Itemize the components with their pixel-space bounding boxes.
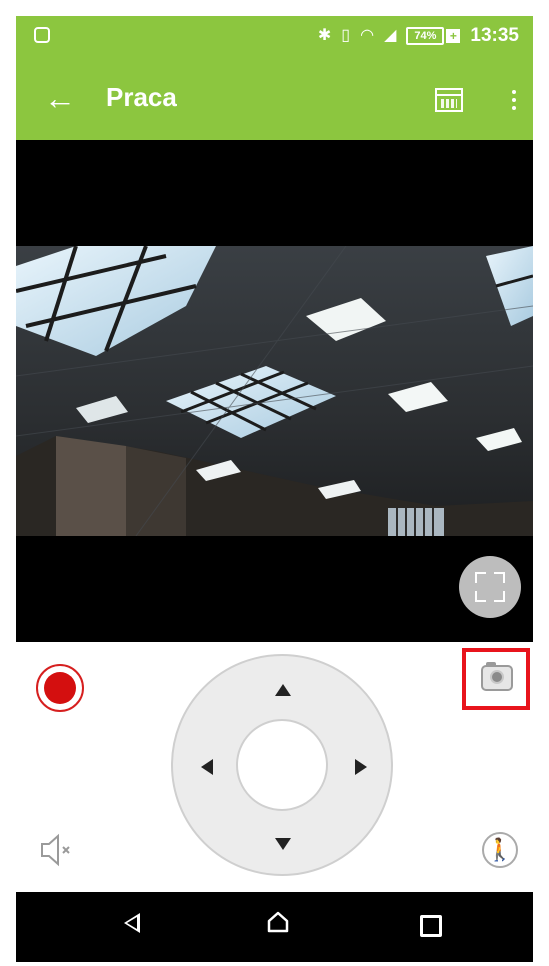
ptz-up-button[interactable] [275,684,291,696]
calendar-icon [435,88,463,112]
battery-percent: 74% [406,27,445,45]
status-icons: ✱ ▯ ◠ ◢ 74% + 13:35 [318,24,519,48]
status-bar: ✱ ▯ ◠ ◢ 74% + 13:35 [16,16,533,58]
speaker-button[interactable] [36,830,76,870]
ptz-right-button[interactable] [355,759,367,775]
ptz-down-button[interactable] [275,838,291,850]
clock: 13:35 [470,25,519,46]
app-toolbar: ← Praca [16,58,533,140]
video-frame-image [16,246,533,536]
person-walking-icon: 🚶 [486,837,514,862]
back-button[interactable]: ← [40,78,80,118]
camera-icon [481,662,513,691]
nav-recents-button[interactable] [420,915,442,937]
speaker-muted-icon [41,833,70,867]
calendar-button[interactable] [432,82,468,116]
ptz-center-button[interactable] [236,719,328,811]
motion-detection-button[interactable]: 🚶 [482,832,518,868]
snapshot-button[interactable] [462,648,530,710]
record-icon [44,672,76,704]
camera-control-panel: 🚶 [16,642,533,892]
signal-icon: ◢ [384,27,397,44]
arrow-left-icon: ← [44,80,76,116]
phone-screen: ✱ ▯ ◠ ◢ 74% + 13:35 ← Praca 🚶 [16,16,533,962]
system-navigation-bar [16,892,533,962]
charging-icon: + [446,29,461,43]
vibrate-icon: ▯ [341,27,351,44]
battery-icon: 74% + [406,27,461,45]
notification-icon [34,27,50,43]
bluetooth-icon: ✱ [317,27,332,44]
nav-back-button[interactable] [124,913,140,933]
ptz-left-button[interactable] [201,759,213,775]
page-title: Praca [106,82,177,112]
fullscreen-button[interactable] [459,556,521,618]
overflow-menu-button[interactable] [504,84,524,118]
camera-video-feed[interactable] [16,246,533,536]
overflow-menu-icon [512,90,516,94]
ptz-joystick[interactable] [171,654,393,876]
record-button[interactable] [36,664,84,712]
nav-home-button[interactable] [266,910,290,934]
home-icon [267,911,289,933]
wifi-icon: ◠ [360,27,375,44]
